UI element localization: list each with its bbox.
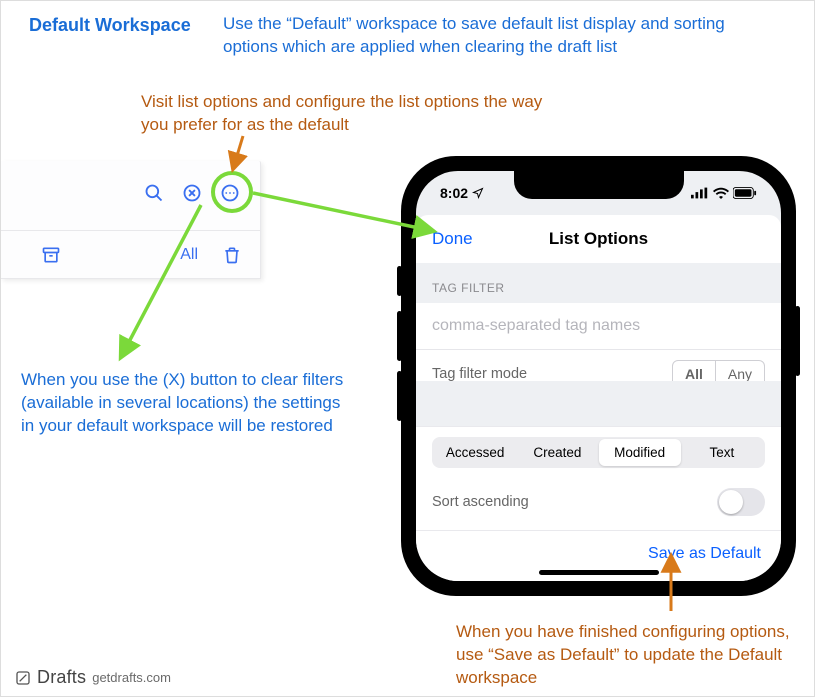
filter-all-button[interactable]: All bbox=[180, 246, 198, 264]
footer-brand-name: Drafts bbox=[37, 667, 86, 688]
sort-text[interactable]: Text bbox=[681, 439, 763, 466]
phone-notch bbox=[514, 171, 684, 199]
list-options-sheet-bottom: Accessed Created Modified Text Sort asce… bbox=[416, 426, 781, 581]
toolbar-panel: All bbox=[1, 161, 261, 279]
footer-site: getdrafts.com bbox=[92, 670, 171, 685]
tag-mode-all[interactable]: All bbox=[673, 361, 715, 381]
trash-icon[interactable] bbox=[222, 245, 242, 265]
sort-accessed[interactable]: Accessed bbox=[434, 439, 516, 466]
list-options-sheet-top: Done List Options TAG FILTER comma-separ… bbox=[416, 215, 781, 381]
tag-mode-any[interactable]: Any bbox=[715, 361, 764, 381]
sort-by-segment[interactable]: Accessed Created Modified Text bbox=[432, 437, 765, 468]
phone-mock: 8:02 Done List Options TAG FILTER comma-… bbox=[401, 156, 796, 596]
sort-created[interactable]: Created bbox=[516, 439, 598, 466]
home-indicator bbox=[539, 570, 659, 575]
done-button[interactable]: Done bbox=[432, 229, 473, 249]
save-as-default-button[interactable]: Save as Default bbox=[648, 545, 761, 562]
sheet-title: List Options bbox=[549, 229, 648, 249]
sort-ascending-switch[interactable] bbox=[717, 488, 765, 516]
sort-ascending-label: Sort ascending bbox=[432, 494, 529, 510]
tag-filter-placeholder: comma-separated tag names bbox=[432, 317, 640, 334]
tag-filter-input[interactable]: comma-separated tag names bbox=[416, 303, 781, 349]
signal-icon bbox=[691, 187, 709, 199]
status-time: 8:02 bbox=[440, 185, 468, 201]
phone-screen: 8:02 Done List Options TAG FILTER comma-… bbox=[416, 171, 781, 581]
annotation-top: Visit list options and configure the lis… bbox=[141, 91, 561, 137]
tag-filter-mode-segment[interactable]: All Any bbox=[672, 360, 765, 381]
annotation-left: When you use the (X) button to clear fil… bbox=[21, 369, 351, 438]
wifi-icon bbox=[713, 187, 729, 199]
tag-filter-mode-row: Tag filter mode All Any bbox=[416, 349, 781, 381]
annotation-bottom: When you have finished configuring optio… bbox=[456, 621, 796, 690]
tag-filter-section-label: TAG FILTER bbox=[416, 263, 781, 303]
search-icon[interactable] bbox=[144, 183, 164, 203]
drafts-app-icon bbox=[15, 670, 31, 686]
page-description: Use the “Default” workspace to save defa… bbox=[223, 13, 763, 59]
x-circle-icon[interactable] bbox=[182, 183, 202, 203]
sort-modified[interactable]: Modified bbox=[599, 439, 681, 466]
doc-canvas: Default Workspace Use the “Default” work… bbox=[0, 0, 815, 697]
archive-box-icon[interactable] bbox=[41, 245, 61, 265]
tag-filter-mode-label: Tag filter mode bbox=[432, 366, 527, 381]
location-icon bbox=[472, 187, 484, 199]
more-icon[interactable] bbox=[220, 183, 240, 203]
page-title: Default Workspace bbox=[29, 15, 191, 36]
battery-icon bbox=[733, 187, 757, 199]
footer-brand: Drafts getdrafts.com bbox=[15, 667, 171, 688]
